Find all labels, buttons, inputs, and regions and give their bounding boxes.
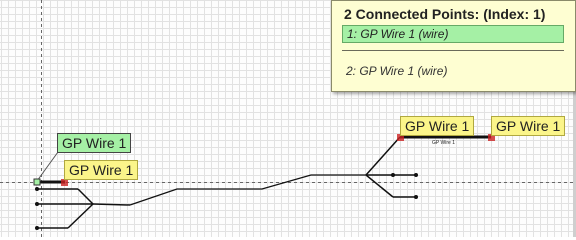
wire-label-yellow-right-a[interactable]: GP Wire 1 — [400, 116, 475, 136]
routing-wire[interactable] — [129, 174, 366, 206]
connected-points-popup: 2 Connected Points: (Index: 1) 1: GP Wir… — [331, 0, 576, 92]
popup-title: 2 Connected Points: (Index: 1) — [344, 6, 546, 22]
wire-label-yellow-left[interactable]: GP Wire 1 — [64, 160, 139, 180]
left-fork[interactable] — [37, 188, 131, 229]
wire-endpoint-red-left[interactable] — [61, 179, 68, 186]
wire-start-point[interactable] — [33, 178, 41, 186]
popup-item-1[interactable]: 1: GP Wire 1 (wire) — [342, 25, 564, 43]
right-fork-dots — [391, 173, 418, 199]
popup-item-2[interactable]: 2: GP Wire 1 (wire) — [346, 64, 447, 78]
label-leader-line — [36, 151, 59, 182]
wire-label-yellow-right-b[interactable]: GP Wire 1 — [491, 116, 566, 136]
wire-label-green[interactable]: GP Wire 1 — [57, 133, 132, 153]
left-fork-dots — [35, 187, 39, 230]
right-fork[interactable] — [365, 136, 416, 198]
wire-caption: GP Wire 1 — [432, 140, 455, 146]
popup-divider — [342, 50, 564, 51]
